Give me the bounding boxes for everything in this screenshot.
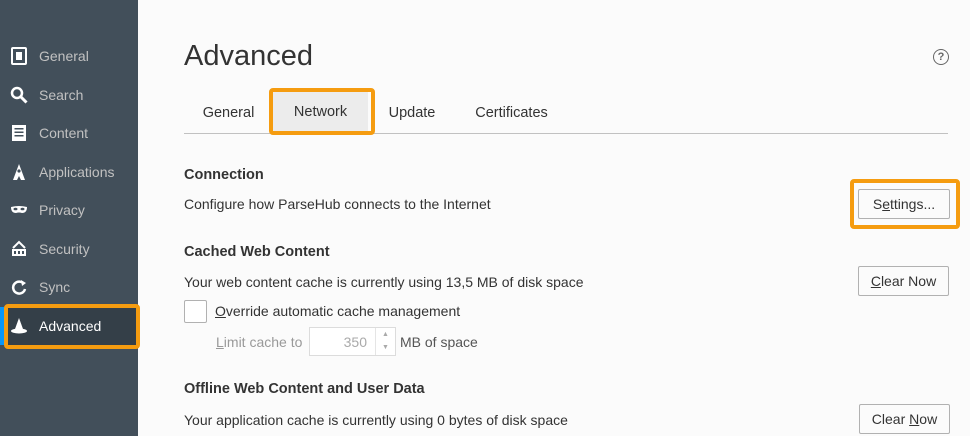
spinner-up-icon[interactable]: ▲ (376, 328, 395, 341)
sidebar-item-label: Sync (39, 279, 71, 295)
limit-cache-label: Limit cache to (216, 334, 302, 350)
cache-description: Your web content cache is currently usin… (184, 274, 584, 290)
clear-cache-accesskey: C (870, 273, 881, 289)
sidebar-item-label: Content (39, 125, 89, 141)
tab-update[interactable]: Update (368, 92, 456, 134)
cache-size-spinner[interactable]: 350 ▲ ▼ (309, 327, 396, 356)
clear-cache-label-rest: lear Now (880, 273, 937, 289)
applications-icon (9, 162, 29, 182)
security-icon (9, 239, 29, 259)
spinner-arrows[interactable]: ▲ ▼ (375, 328, 395, 355)
sidebar-item-general[interactable]: General (0, 37, 138, 75)
cache-size-value: 350 (343, 334, 367, 350)
tab-general[interactable]: General (184, 92, 273, 134)
spinner-down-icon[interactable]: ▼ (376, 341, 395, 354)
sidebar-item-label: Search (39, 87, 84, 103)
general-icon (9, 46, 29, 66)
override-label-rest: verride automatic cache management (225, 303, 461, 319)
privacy-mask-icon (9, 200, 29, 220)
connection-heading: Connection (184, 167, 264, 183)
tab-certificates[interactable]: Certificates (456, 92, 567, 134)
clear-offline-button[interactable]: Clear Now (859, 404, 950, 434)
clear-offline-label-prefix: Clear (871, 411, 910, 427)
offline-heading: Offline Web Content and User Data (184, 381, 425, 397)
sidebar-item-label: Privacy (39, 202, 85, 218)
sidebar-item-search[interactable]: Search (0, 76, 138, 114)
highlight-box-network (269, 88, 375, 135)
search-icon (9, 85, 29, 105)
connection-description: Configure how ParseHub connects to the I… (184, 196, 491, 212)
highlight-box-advanced (4, 304, 140, 349)
sync-icon (9, 277, 29, 297)
limit-accesskey: L (216, 334, 224, 350)
override-accesskey: O (215, 303, 226, 319)
help-icon[interactable]: ? (933, 49, 949, 65)
sidebar-item-content[interactable]: Content (0, 114, 138, 152)
clear-cache-button[interactable]: Clear Now (858, 266, 949, 296)
sidebar-item-sync[interactable]: Sync (0, 268, 138, 306)
override-cache-label[interactable]: Override automatic cache management (215, 303, 460, 319)
override-cache-checkbox[interactable] (184, 300, 207, 323)
sidebar-item-privacy[interactable]: Privacy (0, 191, 138, 229)
sidebar-item-label: General (39, 48, 89, 64)
cache-unit-label: MB of space (400, 334, 478, 350)
highlight-box-settings (850, 179, 960, 229)
offline-description: Your application cache is currently usin… (184, 412, 568, 428)
clear-offline-accesskey: N (909, 411, 920, 427)
sidebar-item-security[interactable]: Security (0, 230, 138, 268)
cache-heading: Cached Web Content (184, 244, 330, 260)
sidebar-item-label: Security (39, 241, 90, 257)
clear-offline-label-rest: ow (919, 411, 938, 427)
content-icon (9, 123, 29, 143)
sidebar-item-applications[interactable]: Applications (0, 153, 138, 191)
sidebar-item-label: Applications (39, 164, 115, 180)
page-title: Advanced (184, 40, 313, 72)
sidebar: General Search Content Applications Priv… (0, 0, 138, 436)
limit-label-rest: imit cache to (223, 334, 303, 350)
